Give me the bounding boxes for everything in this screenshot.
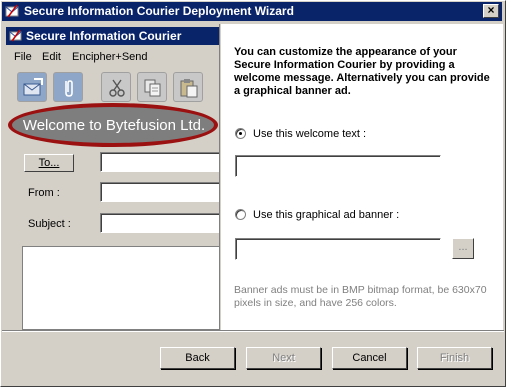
next-button[interactable]: Next [246, 347, 321, 369]
window-titlebar: Secure Information Courier Deployment Wi… [2, 2, 502, 21]
banner-radio[interactable] [235, 209, 246, 220]
close-button[interactable]: × [483, 4, 499, 18]
paperclip-icon[interactable] [53, 72, 83, 102]
to-button-label: To... [38, 157, 60, 169]
paste-icon[interactable] [173, 72, 203, 102]
scissors-icon[interactable] [101, 72, 131, 102]
browse-banner-button[interactable]: ... [452, 238, 474, 259]
send-envelope-icon[interactable] [17, 72, 47, 102]
courier-app-icon [5, 4, 19, 18]
from-label: From : [28, 187, 60, 199]
cancel-button[interactable]: Cancel [332, 347, 407, 369]
courier-preview: Secure Information Courier File Edit Enc… [2, 24, 220, 330]
banner-hint: Banner ads must be in BMP bitmap format,… [234, 284, 487, 309]
back-button[interactable]: Back [160, 347, 235, 369]
preview-title: Secure Information Courier [26, 29, 182, 43]
to-field[interactable] [100, 152, 219, 172]
menu-edit[interactable]: Edit [42, 51, 61, 63]
subject-label: Subject : [28, 218, 71, 230]
intro-text: You can customize the appearance of your… [234, 46, 490, 97]
wizard-content: You can customize the appearance of your… [221, 24, 503, 330]
to-button[interactable]: To... [24, 154, 74, 172]
welcome-text-input[interactable] [235, 155, 441, 177]
preview-toolbar [6, 68, 219, 108]
from-field[interactable] [100, 182, 219, 202]
subject-field[interactable] [100, 213, 219, 233]
finish-button[interactable]: Finish [417, 347, 492, 369]
welcome-text-radio[interactable] [235, 128, 246, 139]
welcome-text-radio-label: Use this welcome text : [253, 128, 367, 140]
preview-titlebar: Secure Information Courier [6, 27, 219, 45]
button-separator [2, 330, 504, 332]
courier-app-icon [9, 29, 22, 42]
menu-encipher-send[interactable]: Encipher+Send [72, 51, 148, 63]
menu-file[interactable]: File [14, 51, 32, 63]
window-title: Secure Information Courier Deployment Wi… [24, 4, 294, 18]
copy-icon[interactable] [137, 72, 167, 102]
welcome-banner-text: Welcome to Bytefusion Ltd. [22, 117, 206, 134]
banner-radio-label: Use this graphical ad banner : [253, 209, 400, 221]
message-body[interactable] [22, 246, 219, 330]
preview-menubar: File Edit Encipher+Send [6, 48, 219, 66]
banner-path-input[interactable] [235, 238, 441, 260]
